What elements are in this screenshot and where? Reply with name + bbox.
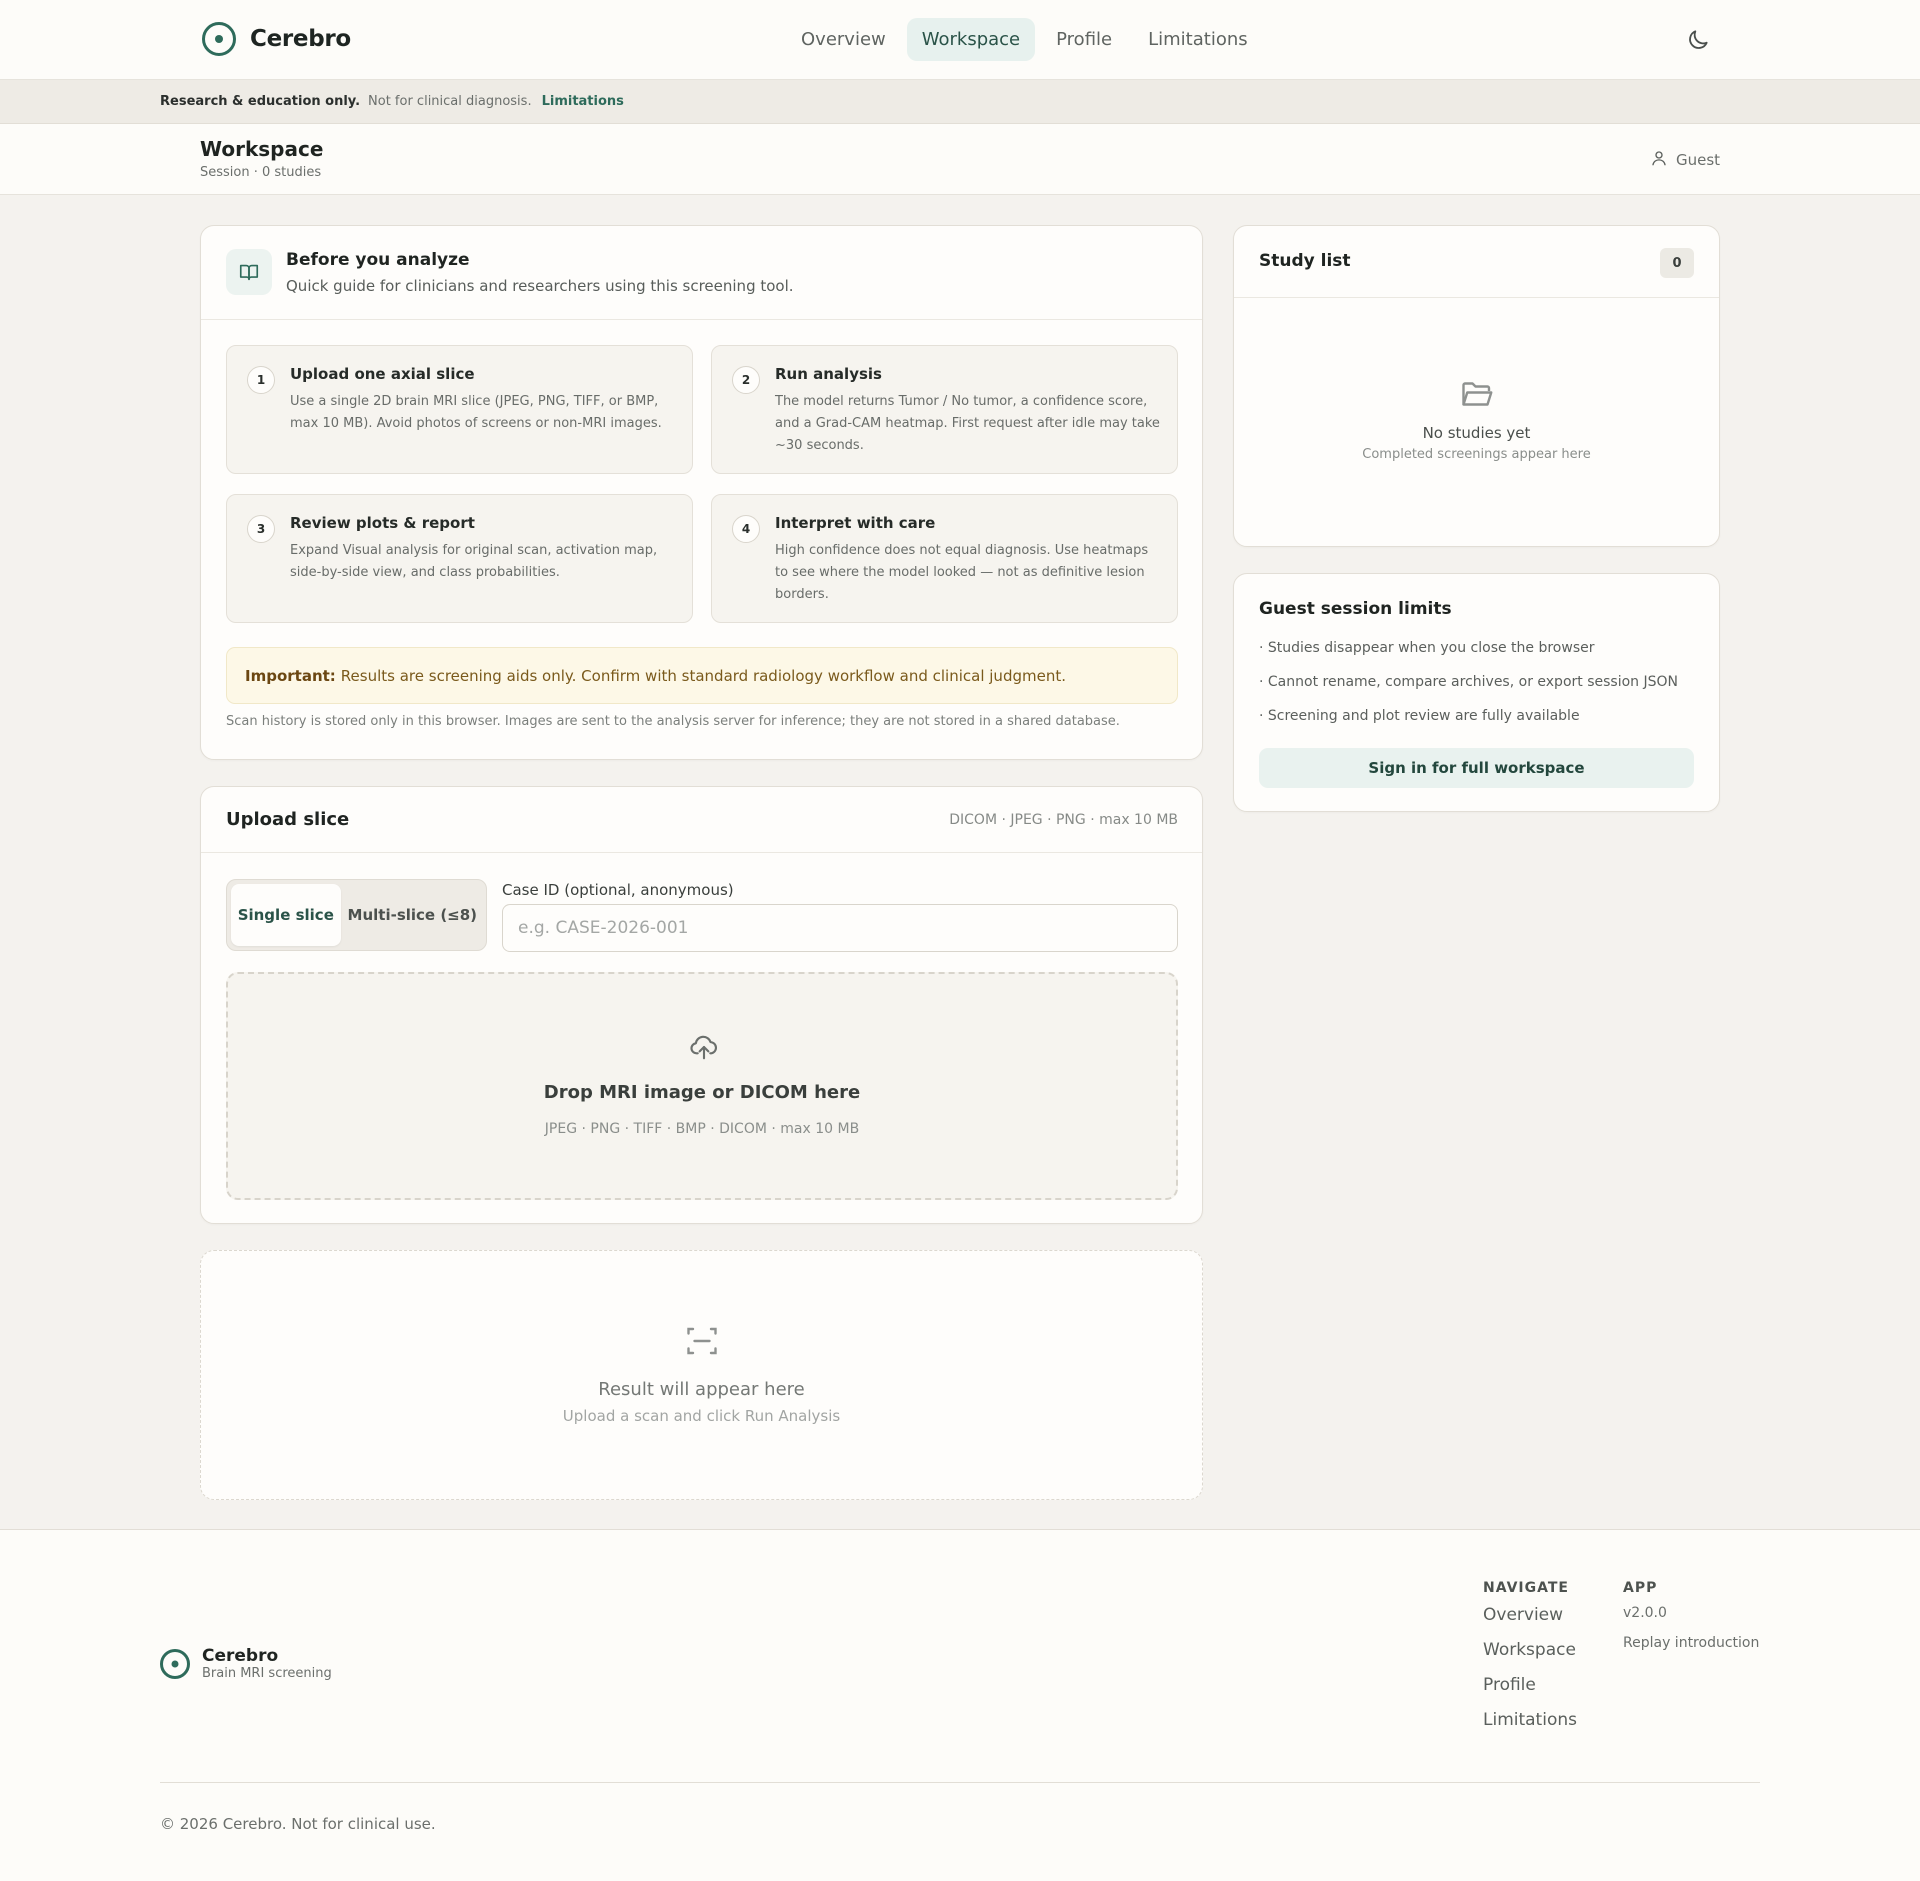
case-id-label: Case ID (optional, anonymous) <box>502 881 734 899</box>
result-placeholder: Result will appear here Upload a scan an… <box>200 1250 1203 1500</box>
study-list-header: Study list 0 <box>1234 226 1719 298</box>
list-item: · Cannot rename, compare archives, or ex… <box>1259 674 1678 690</box>
guide-header: Before you analyze Quick guide for clini… <box>201 226 1202 320</box>
nav-profile[interactable]: Profile <box>1041 18 1127 61</box>
top-nav: Cerebro Overview Workspace Profile Limit… <box>0 0 1920 80</box>
step-number: 2 <box>732 366 760 394</box>
footer-link-workspace[interactable]: Workspace <box>1483 1640 1577 1675</box>
step-card: 3 Review plots & report Expand Visual an… <box>226 494 693 623</box>
guest-limits-list: · Studies disappear when you close the b… <box>1259 640 1678 742</box>
footer-navigate-heading: NAVIGATE <box>1483 1580 1569 1596</box>
important-text: Results are screening aids only. Confirm… <box>340 666 1066 685</box>
footer: Cerebro Brain MRI screening NAVIGATE Ove… <box>0 1529 1920 1881</box>
storage-footnote: Scan history is stored only in this brow… <box>226 714 1120 729</box>
copyright: © 2026 Cerebro. Not for clinical use. <box>160 1815 436 1833</box>
footer-app-heading: APP <box>1623 1580 1658 1596</box>
important-callout: Important: Results are screening aids on… <box>226 647 1178 704</box>
page-title: Workspace <box>200 137 324 161</box>
footer-link-profile[interactable]: Profile <box>1483 1675 1577 1710</box>
result-title: Result will appear here <box>598 1379 805 1400</box>
step-number: 3 <box>247 515 275 543</box>
notice-limitations-link[interactable]: Limitations <box>542 94 624 109</box>
step-title: Upload one axial slice <box>290 365 475 383</box>
brand-name: Cerebro <box>250 26 351 52</box>
footer-app-column: APP v2.0.0 Replay introduction <box>1623 1580 1759 1665</box>
step-title: Run analysis <box>775 365 882 383</box>
step-number: 1 <box>247 366 275 394</box>
upload-formats: DICOM · JPEG · PNG · max 10 MB <box>949 812 1178 828</box>
nav-overview[interactable]: Overview <box>786 18 901 61</box>
step-body: Use a single 2D brain MRI slice (JPEG, P… <box>290 394 662 431</box>
user-icon <box>1650 149 1668 171</box>
moon-icon[interactable] <box>1685 27 1711 53</box>
footer-link-limitations[interactable]: Limitations <box>1483 1710 1577 1745</box>
page-subtitle: Session · 0 studies <box>200 165 322 180</box>
step-title: Interpret with care <box>775 514 936 532</box>
replay-introduction-link[interactable]: Replay introduction <box>1623 1635 1759 1665</box>
upload-title: Upload slice <box>226 809 350 830</box>
cerebro-logo-icon <box>160 1648 190 1679</box>
footer-brand-name: Cerebro <box>202 1646 279 1666</box>
guide-subtitle: Quick guide for clinicians and researche… <box>286 277 794 295</box>
multi-slice-button[interactable]: Multi-slice (≤8) <box>343 884 482 946</box>
footer-link-overview[interactable]: Overview <box>1483 1605 1577 1640</box>
case-id-input[interactable] <box>502 904 1178 952</box>
list-item: · Screening and plot review are fully av… <box>1259 708 1580 724</box>
step-title: Review plots & report <box>290 514 475 532</box>
step-body: High confidence does not equal diagnosis… <box>775 543 1149 602</box>
research-notice: Research & education only. Not for clini… <box>0 80 1920 124</box>
notice-text: Not for clinical diagnosis. <box>368 94 532 109</box>
important-label: Important: <box>245 666 336 685</box>
guide-title: Before you analyze <box>286 250 470 270</box>
guest-limits-card: Guest session limits · Studies disappear… <box>1233 573 1720 812</box>
study-list-card: Study list 0 No studies yet Completed sc… <box>1233 225 1720 547</box>
step-body: The model returns Tumor / No tumor, a co… <box>775 394 1160 453</box>
slice-mode-toggle: Single slice Multi-slice (≤8) <box>226 879 487 951</box>
dropzone-title: Drop MRI image or DICOM here <box>543 1082 861 1103</box>
guest-limits-title: Guest session limits <box>1259 599 1452 619</box>
footer-navigate-column: NAVIGATE Overview Workspace Profile Limi… <box>1483 1580 1577 1745</box>
footer-divider <box>160 1782 1760 1783</box>
notice-bold: Research & education only. <box>160 94 361 109</box>
user-name: Guest <box>1676 151 1721 169</box>
upload-header: Upload slice DICOM · JPEG · PNG · max 10… <box>201 787 1202 853</box>
nav-limitations[interactable]: Limitations <box>1133 18 1263 61</box>
footer-tagline: Brain MRI screening <box>202 1666 332 1681</box>
workspace-main: Before you analyze Quick guide for clini… <box>0 195 1920 1529</box>
footer-brand[interactable]: Cerebro Brain MRI screening <box>160 1646 332 1681</box>
nav-workspace[interactable]: Workspace <box>906 18 1036 61</box>
single-slice-button[interactable]: Single slice <box>231 884 341 946</box>
scan-icon <box>684 1323 720 1363</box>
study-list-title: Study list <box>1259 251 1351 271</box>
mri-dropzone[interactable]: Drop MRI image or DICOM here JPEG · PNG … <box>226 972 1178 1200</box>
step-card: 2 Run analysis The model returns Tumor /… <box>711 345 1178 474</box>
brand[interactable]: Cerebro <box>202 22 351 56</box>
book-icon <box>226 249 272 295</box>
study-count-badge: 0 <box>1660 248 1694 278</box>
step-number: 4 <box>732 515 760 543</box>
result-subtitle: Upload a scan and click Run Analysis <box>562 1407 841 1425</box>
main-nav: Overview Workspace Profile Limitations <box>786 18 1263 61</box>
user-chip[interactable]: Guest <box>1650 149 1720 171</box>
step-body: Expand Visual analysis for original scan… <box>290 543 658 580</box>
page-header: Workspace Session · 0 studies Guest <box>0 124 1920 195</box>
app-version: v2.0.0 <box>1623 1605 1667 1621</box>
empty-subtitle: Completed screenings appear here <box>1362 447 1591 462</box>
list-item: · Studies disappear when you close the b… <box>1259 640 1595 656</box>
step-card: 1 Upload one axial slice Use a single 2D… <box>226 345 693 474</box>
sign-in-button[interactable]: Sign in for full workspace <box>1259 748 1694 788</box>
step-card: 4 Interpret with care High confidence do… <box>711 494 1178 623</box>
upload-slice-card: Upload slice DICOM · JPEG · PNG · max 10… <box>200 786 1203 1224</box>
before-you-analyze-card: Before you analyze Quick guide for clini… <box>200 225 1203 760</box>
folder-open-icon <box>1459 376 1495 416</box>
cloud-upload-icon <box>689 1032 719 1066</box>
dropzone-formats: JPEG · PNG · TIFF · BMP · DICOM · max 10… <box>544 1121 860 1137</box>
empty-title: No studies yet <box>1422 424 1531 442</box>
cerebro-logo-icon <box>202 22 236 56</box>
